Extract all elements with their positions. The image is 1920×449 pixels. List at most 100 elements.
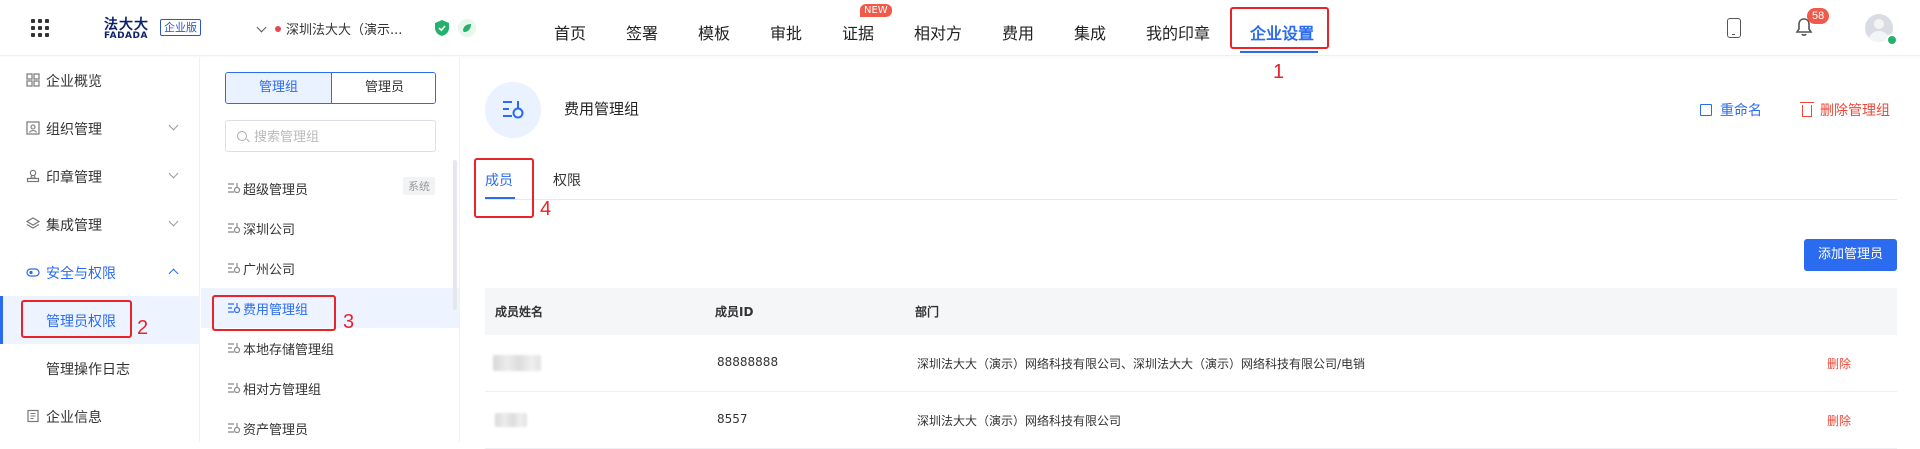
security-icon [26,268,40,277]
nav-integration[interactable]: 集成 [1074,20,1106,44]
layers-icon [26,217,40,229]
seal-icon [26,169,40,183]
group-item-local-storage[interactable]: 本地存储管理组 [201,328,459,368]
chevron-down-icon [168,168,179,179]
department-cell: 深圳法大大（演示）网络科技有限公司 [917,414,1122,428]
notification-count-badge: 58 [1807,8,1830,24]
group-item-shenzhen[interactable]: 深圳公司 [201,208,459,248]
annotation-number-1: 1 [1273,61,1285,83]
admin-group-icon [228,423,241,434]
delete-member-link[interactable]: 删除 [1827,355,1851,372]
group-label: 相对方管理组 [243,383,322,398]
sidebar-item-label: 管理操作日志 [46,362,130,378]
mobile-phone-icon[interactable] [1727,18,1741,38]
group-search-box [225,120,436,152]
sidebar-item-seals[interactable]: 印章管理 [0,152,200,200]
table-row[interactable]: 8557 深圳法大大（演示）网络科技有限公司 删除 [485,392,1897,449]
rename-label: 重命名 [1720,103,1762,119]
company-switcher[interactable]: 深圳法大大（演示... [256,19,403,38]
org-icon [26,121,40,135]
group-item-asset-admin[interactable]: 资产管理员 [201,408,459,448]
admin-group-icon [228,223,241,234]
sidebar-item-enterprise-info[interactable]: 企业信息 [0,392,200,440]
online-status-icon [1886,34,1898,46]
members-table-header: 成员姓名 成员ID 部门 [485,288,1897,335]
logo-subtext: FADADA [104,31,148,41]
annotation-box-3 [212,295,336,331]
group-item-guangzhou[interactable]: 广州公司 [201,248,459,288]
annotation-box-1 [1230,7,1329,49]
building-icon [27,409,39,423]
group-search-input[interactable] [254,127,424,147]
tabs-divider [485,199,1897,200]
edition-badge: 企业版 [160,19,201,36]
app-grid-icon[interactable] [30,18,50,38]
nav-approval[interactable]: 审批 [770,20,802,44]
annotation-box-4 [474,158,534,218]
nav-sign[interactable]: 签署 [626,20,658,44]
group-admin-segmented-control: 管理组 管理员 [225,72,436,104]
group-label: 本地存储管理组 [243,343,335,358]
group-item-counterparty[interactable]: 相对方管理组 [201,368,459,408]
admin-group-icon [228,383,241,394]
delete-group-button[interactable]: 删除管理组 [1800,100,1890,120]
rename-button[interactable]: 重命名 [1700,100,1762,120]
tab-permissions[interactable]: 权限 [553,170,581,190]
delete-group-label: 删除管理组 [1820,103,1890,119]
annotation-number-3: 3 [343,311,355,333]
nav-templates[interactable]: 模板 [698,20,730,44]
admin-group-icon [228,343,241,354]
edit-icon [1700,104,1712,116]
group-label: 超级管理员 [243,183,309,198]
sidebar-item-org[interactable]: 组织管理 [0,104,200,152]
search-icon [237,131,247,141]
column-header-name[interactable]: 成员姓名 [495,303,543,320]
group-list-scrollbar[interactable] [453,160,457,310]
sidebar-item-label: 集成管理 [46,218,102,234]
nav-counterparty[interactable]: 相对方 [914,20,962,44]
segment-groups[interactable]: 管理组 [226,73,331,103]
overview-icon [26,73,40,87]
nav-active-indicator [1240,51,1318,53]
sidebar-item-admin-logs[interactable]: 管理操作日志 [0,344,200,392]
column-header-department[interactable]: 部门 [915,303,939,320]
system-tag: 系统 [403,177,435,195]
sidebar-item-label: 组织管理 [46,122,102,138]
redacted-member-name [495,413,527,427]
segment-admins[interactable]: 管理员 [331,73,435,103]
sidebar-item-security[interactable]: 安全与权限 [0,248,200,296]
delete-member-link[interactable]: 删除 [1827,412,1851,429]
group-item-super-admin[interactable]: 超级管理员 系统 [201,168,459,208]
add-admin-button[interactable]: 添加管理员 [1804,239,1897,271]
annotation-number-2: 2 [137,317,149,339]
sidebar-item-label: 安全与权限 [46,266,116,282]
group-label: 深圳公司 [243,223,296,238]
nav-evidence[interactable]: 证据 [842,20,874,44]
sidebar-item-overview[interactable]: 企业概览 [0,56,200,104]
annotation-box-2 [21,300,132,338]
group-label: 广州公司 [243,263,296,278]
sidebar-item-label: 企业概览 [46,74,102,90]
column-header-member-id[interactable]: 成员ID [715,303,753,320]
admin-group-icon [228,263,241,274]
chevron-up-icon [168,268,179,279]
sidebar-item-integration[interactable]: 集成管理 [0,200,200,248]
company-name: 深圳法大大（演示... [286,23,403,38]
nav-home[interactable]: 首页 [554,20,586,44]
sidebar-item-label: 企业信息 [46,410,102,426]
nav-fees[interactable]: 费用 [1002,20,1034,44]
group-label: 资产管理员 [243,423,309,438]
admin-group-icon [228,183,241,194]
nav-my-seals[interactable]: 我的印章 [1146,20,1210,44]
eco-leaf-icon [458,19,476,37]
table-row[interactable]: 88888888 深圳法大大（演示）网络科技有限公司、深圳法大大（演示）网络科技… [485,335,1897,392]
verified-shield-icon [435,20,449,36]
page-title: 费用管理组 [564,100,640,118]
chevron-down-icon [168,216,179,227]
admin-group-large-icon [485,82,541,138]
annotation-number-4: 4 [540,198,552,220]
status-dot-icon [275,26,281,32]
sidebar-item-label: 印章管理 [46,170,102,186]
member-id-cell: 8557 [717,412,748,426]
chevron-down-icon [168,120,179,131]
